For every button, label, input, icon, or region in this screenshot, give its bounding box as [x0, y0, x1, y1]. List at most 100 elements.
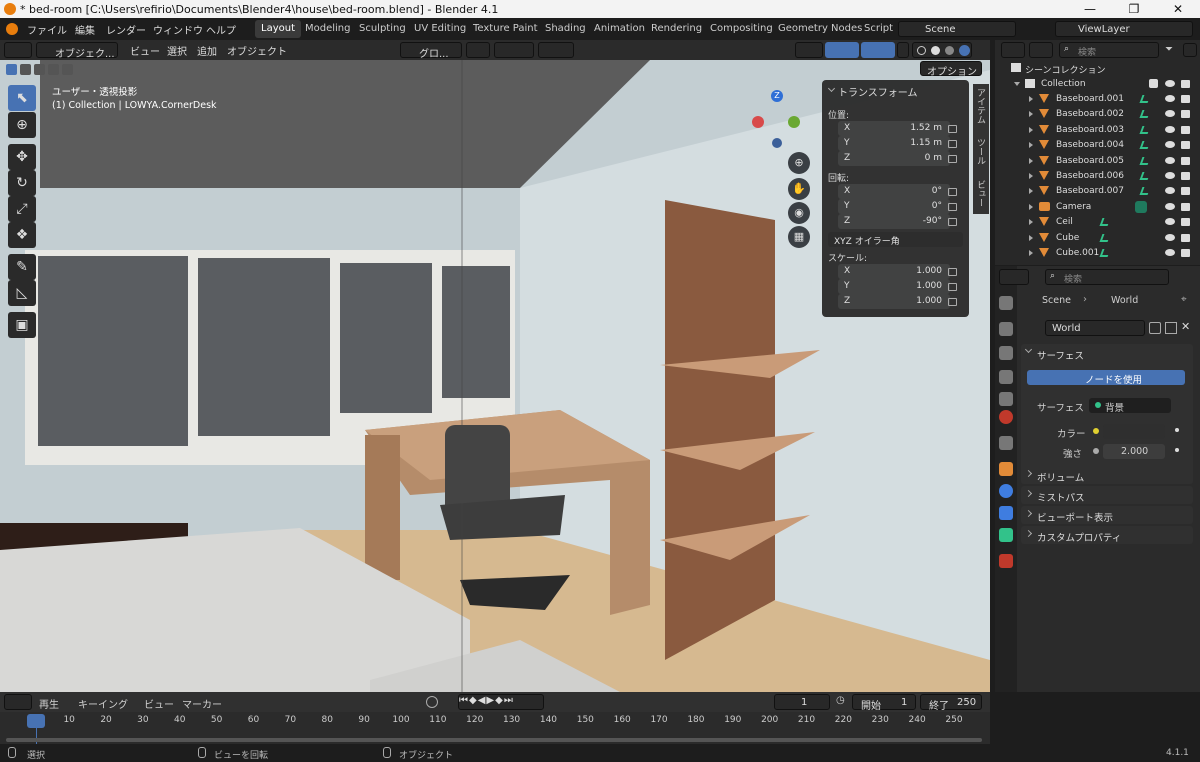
- chevron-down-icon[interactable]: [1014, 82, 1020, 86]
- mesh-data-icon[interactable]: [1099, 218, 1111, 227]
- mesh-data-icon[interactable]: [1139, 156, 1151, 165]
- lock-icon[interactable]: [948, 140, 957, 148]
- world-tab-icon[interactable]: [999, 410, 1013, 424]
- outliner-item[interactable]: Camera: [995, 200, 1200, 215]
- eye-icon[interactable]: [1165, 110, 1175, 118]
- outliner-editor-button[interactable]: [1001, 42, 1025, 58]
- chevron-right-icon[interactable]: [1029, 96, 1033, 102]
- lock-icon[interactable]: [948, 218, 957, 226]
- breadcrumb-world[interactable]: World: [1111, 295, 1138, 306]
- menu-playback[interactable]: 再生: [39, 696, 59, 711]
- physics-tab-icon[interactable]: [999, 506, 1013, 520]
- timeline-scrollbar[interactable]: [6, 738, 982, 742]
- outliner-item[interactable]: Baseboard.006: [995, 169, 1200, 184]
- location-z-field[interactable]: Z 0 m: [838, 151, 950, 166]
- mesh-data-icon[interactable]: [1139, 172, 1151, 180]
- rotate-tool-icon[interactable]: ↻: [8, 170, 36, 196]
- tab-layout[interactable]: Layout: [255, 20, 301, 38]
- keyframe-dot-icon[interactable]: [1175, 448, 1179, 452]
- mist-pass-panel[interactable]: ミストパス: [1021, 486, 1193, 504]
- mesh-data-icon[interactable]: [1139, 141, 1151, 150]
- close-button[interactable]: ✕: [1156, 0, 1200, 18]
- menu-help[interactable]: ヘルプ: [206, 22, 236, 37]
- camera-render-icon[interactable]: [1181, 233, 1190, 242]
- playback-controls[interactable]: ⏮◆◀▶◆⏭: [458, 694, 544, 710]
- tab-uv-editing[interactable]: UV Editing: [408, 20, 472, 38]
- chevron-right-icon[interactable]: [1029, 203, 1033, 210]
- render-tab-icon[interactable]: [999, 322, 1013, 336]
- tab-geometry-nodes[interactable]: Geometry Nodes: [772, 20, 868, 38]
- mesh-data-icon[interactable]: [1099, 249, 1111, 257]
- eye-icon[interactable]: [1165, 125, 1175, 133]
- scale-x-field[interactable]: X 1.000: [838, 264, 950, 279]
- mesh-data-icon[interactable]: [1139, 110, 1151, 119]
- tab-script[interactable]: Script: [858, 20, 899, 38]
- cursor-tool-icon[interactable]: ⊕: [8, 112, 36, 138]
- volume-panel[interactable]: ボリューム: [1021, 466, 1193, 484]
- perspective-grid-icon[interactable]: ▦: [788, 226, 810, 248]
- surface-shader-selector[interactable]: 背景: [1089, 398, 1171, 414]
- scene-selector[interactable]: Scene: [898, 21, 1016, 37]
- strength-field[interactable]: 2.000: [1103, 444, 1165, 459]
- menu-object[interactable]: オブジェクト: [227, 43, 287, 58]
- keyframe-dot-icon[interactable]: [1175, 428, 1179, 432]
- prev-keyframe-icon[interactable]: ◆: [469, 695, 478, 706]
- scene-collection-row[interactable]: シーンコレクション: [995, 61, 1200, 76]
- tool-tab-icon[interactable]: [999, 296, 1013, 310]
- tab-item[interactable]: アイテム: [975, 88, 987, 124]
- play-icon[interactable]: ▶: [486, 695, 495, 706]
- object-tab-icon[interactable]: [999, 462, 1013, 476]
- next-keyframe-icon[interactable]: ◆: [495, 695, 504, 706]
- eye-icon[interactable]: [1165, 156, 1175, 164]
- outliner-item[interactable]: Ceil: [995, 215, 1200, 230]
- select-invert-icon[interactable]: [48, 64, 59, 75]
- tab-texture-paint[interactable]: Texture Paint: [467, 20, 544, 38]
- rotation-y-field[interactable]: Y 0°: [838, 199, 950, 214]
- options-button[interactable]: オプション: [920, 61, 982, 78]
- camera-render-icon[interactable]: [1181, 80, 1190, 88]
- chevron-right-icon[interactable]: [1029, 250, 1033, 256]
- mode-selector[interactable]: オブジェク...: [36, 42, 118, 60]
- select-mode-buttons[interactable]: [4, 62, 84, 78]
- material-shading-icon[interactable]: [945, 46, 954, 55]
- snap-toggle[interactable]: [494, 42, 534, 58]
- annotate-tool-icon[interactable]: ✎: [8, 254, 36, 280]
- camera-data-icon[interactable]: [1135, 200, 1147, 213]
- select-subtract-icon[interactable]: [34, 64, 45, 75]
- playhead[interactable]: [27, 714, 45, 728]
- tab-tool[interactable]: ツール: [975, 138, 987, 165]
- pan-hand-icon[interactable]: ✋: [788, 178, 810, 200]
- measure-tool-icon[interactable]: ◺: [8, 280, 36, 306]
- scale-y-field[interactable]: Y 1.000: [838, 279, 950, 294]
- fake-user-shield-icon[interactable]: [1149, 322, 1161, 334]
- menu-marker[interactable]: マーカー: [182, 696, 222, 711]
- gizmo-toggle[interactable]: [825, 42, 859, 58]
- chevron-right-icon[interactable]: [1029, 219, 1033, 226]
- visibility-selector[interactable]: [795, 42, 823, 58]
- outliner-item[interactable]: Baseboard.004: [995, 138, 1200, 153]
- collection-tab-icon[interactable]: [999, 436, 1013, 450]
- select-box-icon[interactable]: [6, 64, 17, 75]
- camera-render-icon[interactable]: [1181, 110, 1190, 119]
- collection-row[interactable]: Collection: [995, 77, 1200, 92]
- timeline-editor-button[interactable]: [4, 694, 32, 710]
- outliner-item[interactable]: Baseboard.002: [995, 107, 1200, 122]
- camera-render-icon[interactable]: [1181, 141, 1190, 150]
- output-tab-icon[interactable]: [999, 346, 1013, 360]
- camera-render-icon[interactable]: [1181, 218, 1190, 227]
- mesh-data-icon[interactable]: [1139, 187, 1151, 196]
- chevron-down-icon[interactable]: [1024, 345, 1033, 354]
- chevron-right-icon[interactable]: [1029, 188, 1033, 195]
- gizmo-neg-z-icon[interactable]: [772, 138, 782, 148]
- eye-icon[interactable]: [1165, 218, 1175, 226]
- rendered-shading-icon[interactable]: [959, 45, 970, 56]
- xray-toggle[interactable]: [897, 42, 909, 58]
- timeline-ruler[interactable]: 1102030405060708090100110120130140150160…: [0, 712, 990, 728]
- outliner-item[interactable]: Baseboard.007: [995, 184, 1200, 199]
- lock-icon[interactable]: [948, 298, 957, 306]
- menu-keying[interactable]: キーイング: [78, 696, 128, 711]
- use-nodes-button[interactable]: ノードを使用: [1027, 370, 1185, 386]
- jump-start-icon[interactable]: ⏮: [459, 695, 469, 706]
- pivot-selector[interactable]: [466, 42, 490, 58]
- transform-tool-icon[interactable]: ❖: [8, 222, 36, 248]
